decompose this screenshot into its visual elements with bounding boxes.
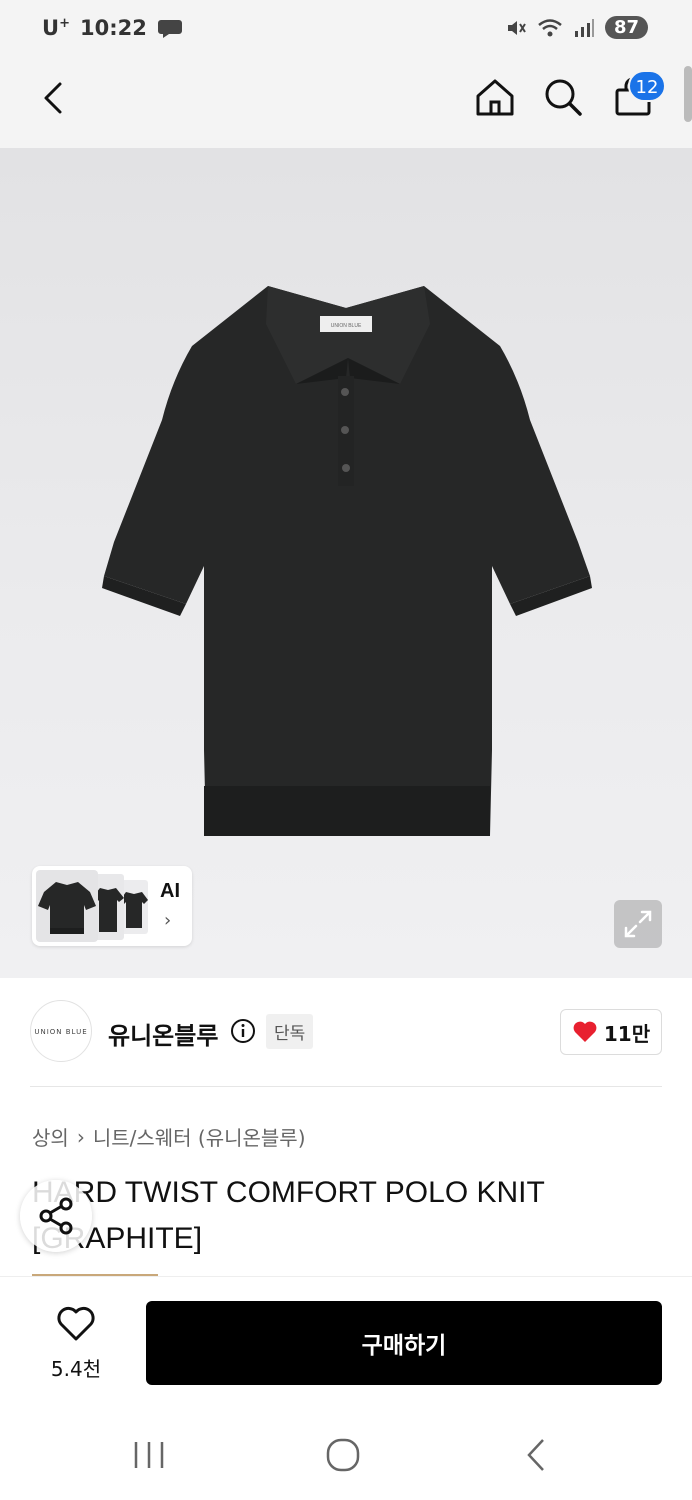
brand-like-button[interactable]: 11만 (560, 1009, 662, 1055)
carrier-label: U+ (42, 16, 70, 40)
brand-row: UNION BLUE 유니온블루 단독 11만 (0, 978, 692, 1088)
shirt-tag-text: UNION BLUE (331, 323, 362, 329)
breadcrumb-separator: › (76, 1124, 85, 1149)
brand-name[interactable]: 유니온블루 (108, 1016, 218, 1051)
expand-icon[interactable] (614, 900, 662, 948)
app-header: 12 (0, 62, 692, 148)
breadcrumb-item-tops[interactable]: 상의 (32, 1122, 69, 1151)
heart-outline-icon (57, 1306, 95, 1341)
cart-count-badge: 12 (628, 70, 666, 102)
wifi-icon (538, 18, 562, 36)
divider (30, 1086, 662, 1087)
product-title: HARD TWIST COMFORT POLO KNIT [GRAPHITE] (32, 1176, 545, 1255)
ai-chevron-icon[interactable]: › (164, 910, 171, 931)
thumbnail-1[interactable] (36, 870, 98, 942)
breadcrumb-item-knit[interactable]: 니트/스웨터 (유니온블루) (93, 1122, 306, 1151)
nav-recents-icon[interactable] (124, 1430, 174, 1480)
info-icon[interactable] (230, 1018, 256, 1044)
heart-icon (573, 1021, 597, 1042)
share-icon[interactable] (20, 1180, 92, 1252)
home-icon[interactable] (472, 74, 518, 120)
bottom-action-bar: 5.4천 구매하기 (0, 1276, 692, 1400)
chat-bubble-icon (157, 20, 182, 38)
brand-like-count: 11만 (603, 1021, 651, 1046)
status-bar: U+ 10:22 87 (0, 0, 692, 62)
product-image-gallery[interactable]: UNION BLUE AI › (0, 148, 692, 978)
search-icon[interactable] (540, 74, 586, 120)
breadcrumb: 상의 › 니트/스웨터 (유니온블루) (32, 1122, 306, 1151)
back-icon[interactable] (34, 76, 78, 120)
ai-label[interactable]: AI (160, 880, 180, 903)
brand-logo[interactable]: UNION BLUE (30, 1000, 92, 1062)
nav-back-icon[interactable] (512, 1430, 562, 1480)
product-photo: UNION BLUE (102, 286, 592, 836)
thumbnail-3[interactable] (120, 880, 148, 934)
signal-icon (574, 18, 594, 37)
buy-button[interactable]: 구매하기 (146, 1301, 662, 1385)
exclusive-badge: 단독 (266, 1014, 314, 1049)
wishlist-button[interactable]: 5.4천 (30, 1305, 122, 1385)
wishlist-count: 5.4천 (50, 1357, 102, 1381)
battery-level: 87 (604, 16, 648, 39)
system-nav-bar (0, 1400, 692, 1500)
mute-icon (507, 20, 526, 35)
scrollbar-thumb[interactable] (684, 66, 692, 122)
status-time: 10:22 (79, 16, 147, 40)
image-thumbnail-strip[interactable]: AI › (32, 866, 192, 946)
nav-home-icon[interactable] (318, 1430, 368, 1480)
